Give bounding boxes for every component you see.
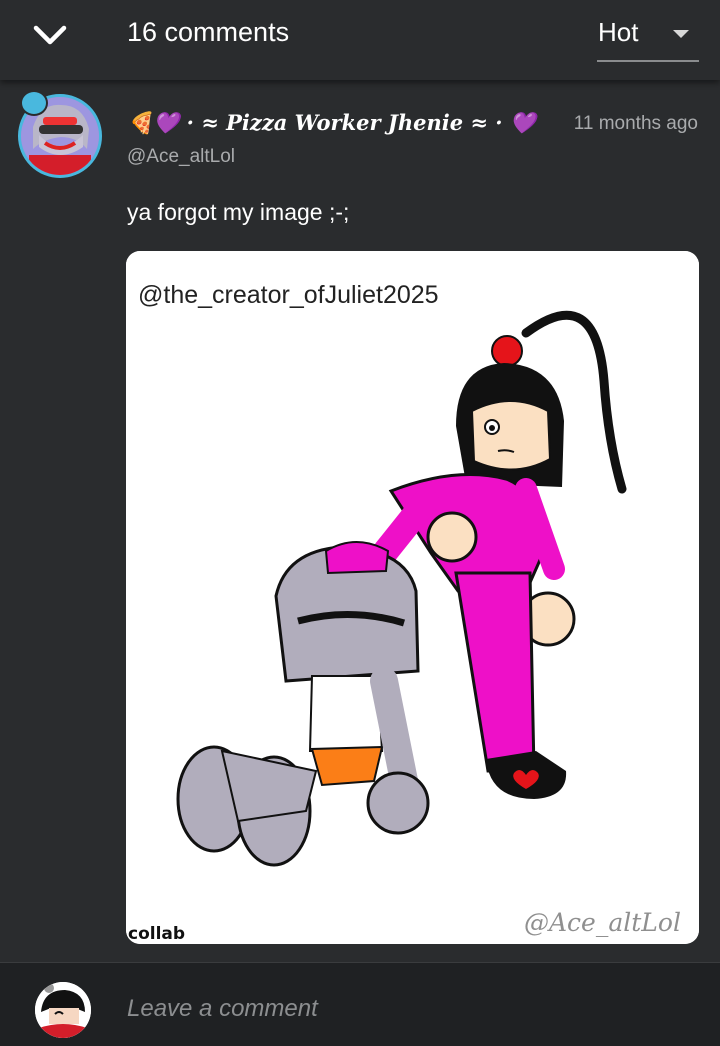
current-user-avatar[interactable] xyxy=(35,982,91,1038)
comment-count-title: 16 comments xyxy=(127,17,290,47)
sort-dropdown[interactable]: Hot xyxy=(597,12,699,62)
comment-timestamp: 11 months ago xyxy=(573,113,698,134)
comment-input[interactable]: Leave a comment xyxy=(127,995,687,1023)
commenter-avatar[interactable] xyxy=(18,90,110,182)
comment-composer: Leave a comment xyxy=(0,962,720,1046)
sort-label: Hot xyxy=(598,17,639,47)
comment-username[interactable]: 🍕💜 · ≈ Pizza Worker Jhenie ≈ · 💜 xyxy=(127,110,536,136)
comment-handle: @Ace_altLol xyxy=(127,146,236,167)
image-corner-note: collab xyxy=(128,924,185,944)
collapse-button[interactable] xyxy=(24,14,76,58)
image-credit-text: @the_creator_ofJuliet2025 xyxy=(138,281,439,309)
comment-image-attachment[interactable]: @the_creator_ofJuliet2025 collab @Ace_al… xyxy=(126,251,699,944)
comment-item: 🍕💜 · ≈ Pizza Worker Jhenie ≈ · 💜 @Ace_al… xyxy=(0,80,720,962)
comment-body: ya forgot my image ;-; xyxy=(127,199,350,225)
avatar-badge-icon xyxy=(20,90,48,116)
comments-header: 16 comments Hot xyxy=(0,0,720,80)
image-signature: @Ace_altLol xyxy=(524,908,681,937)
chevron-down-icon xyxy=(33,25,67,45)
caret-down-icon xyxy=(673,30,689,38)
